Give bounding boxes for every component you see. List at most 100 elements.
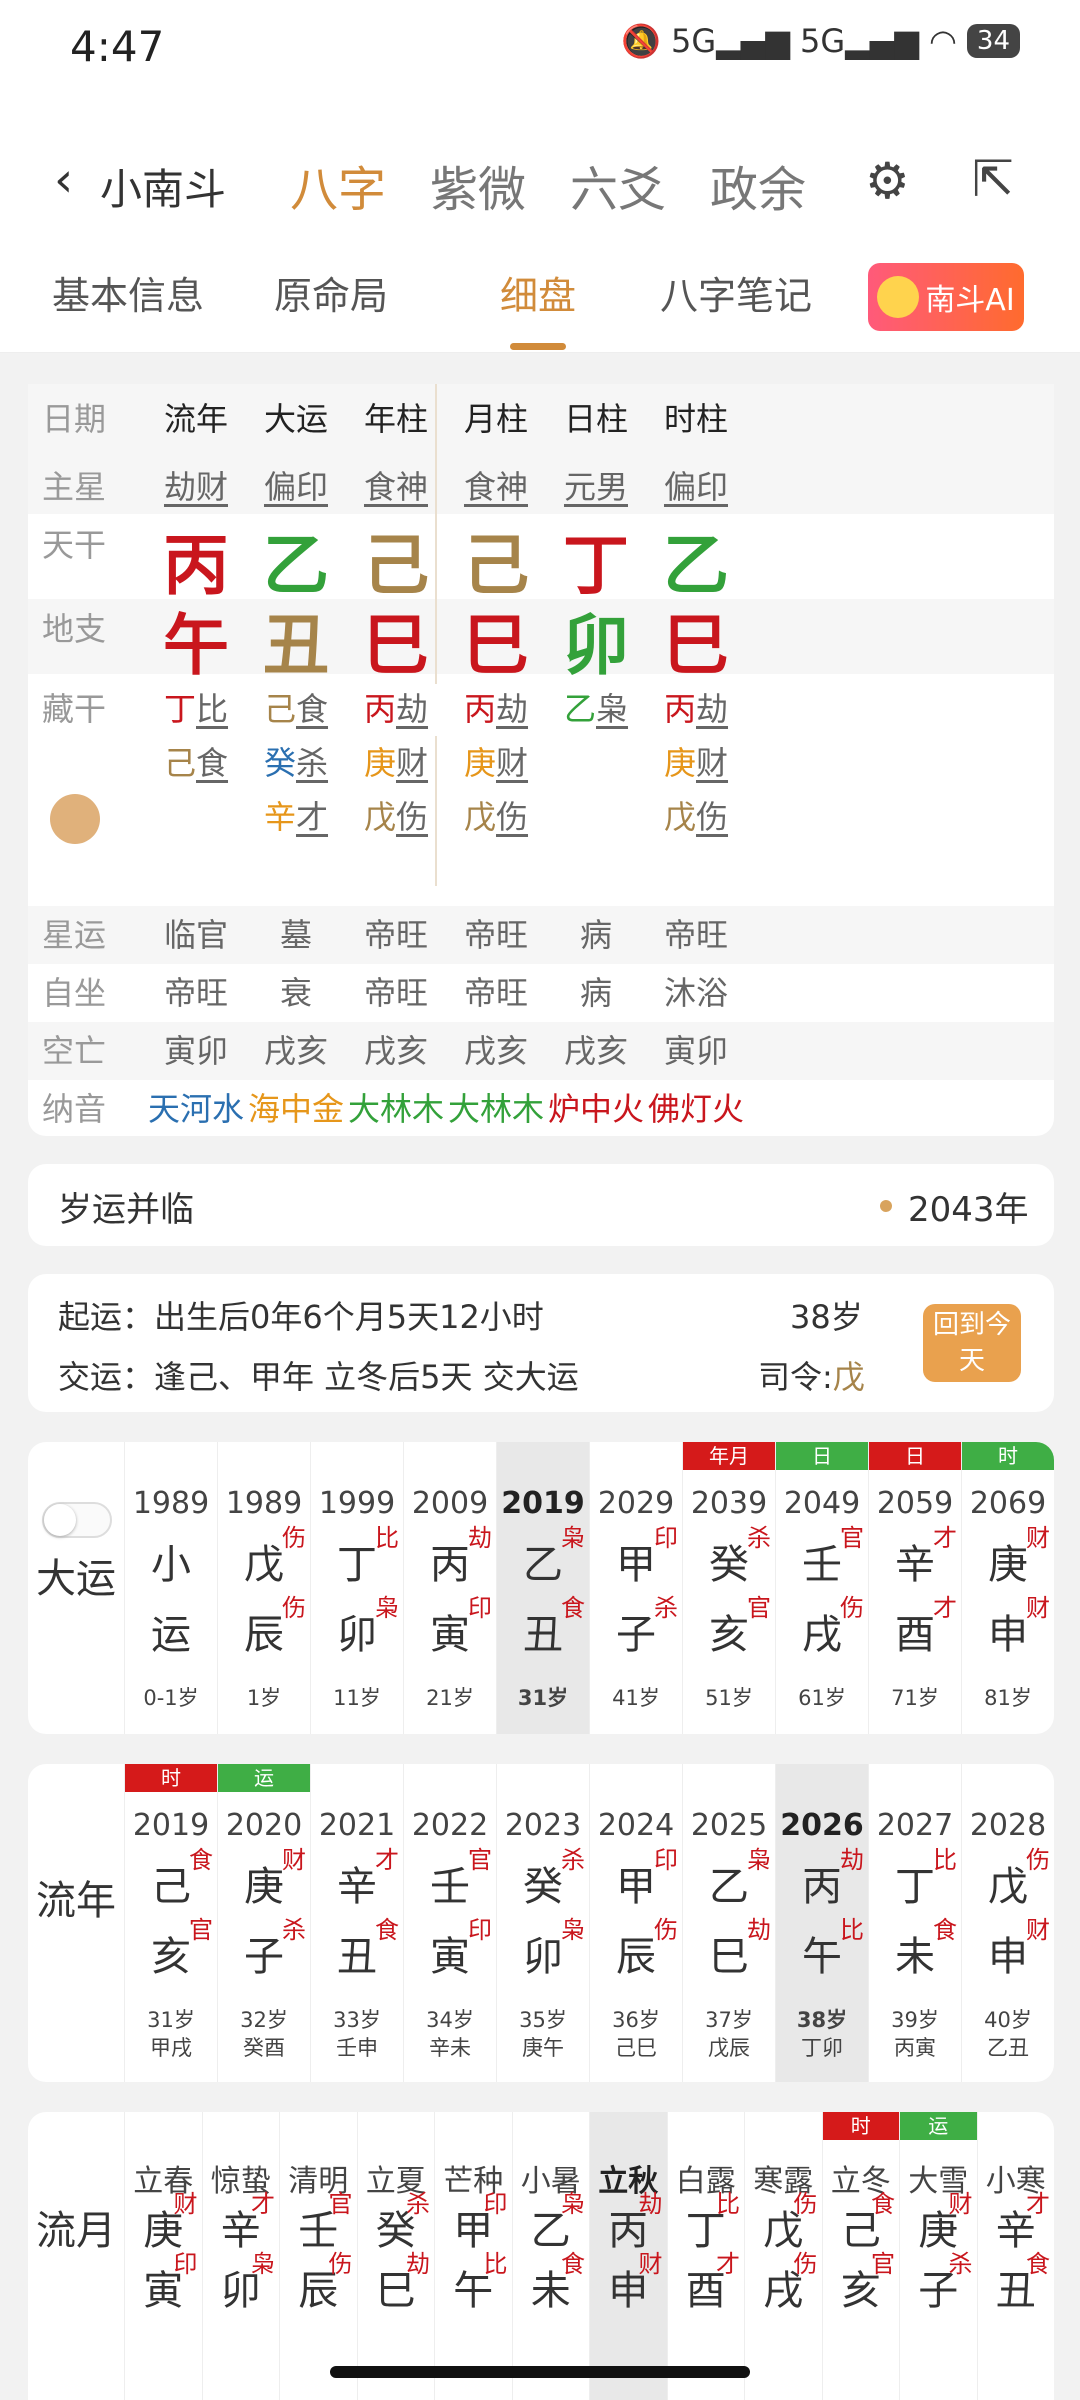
liunian-ganzhi: 乙丑 xyxy=(987,2036,1029,2060)
liunian-column[interactable]: 时 2019 己亥食官 31岁 甲戌 xyxy=(124,1764,217,2082)
liunian-column[interactable]: 2023 癸卯杀枭 35岁 庚午 xyxy=(496,1764,589,2082)
mute-icon: 🔕 xyxy=(621,22,662,60)
subtab-basic[interactable]: 基本信息 xyxy=(52,265,204,320)
dayun-header: 2069 xyxy=(969,1486,1047,1521)
liuyue-column[interactable]: 寒露戊戌伤伤 xyxy=(744,2112,822,2400)
liunian-stem-shishen: 食 xyxy=(189,1846,213,1874)
share-icon[interactable]: ⇱ xyxy=(972,150,1014,208)
dayun-column[interactable]: 1989 戊辰伤伤 1岁 xyxy=(217,1442,310,1734)
liunian-ganzhi: 辛未 xyxy=(429,2036,471,2060)
liuyue-branch-shishen: 枭 xyxy=(251,2250,275,2278)
ai-button[interactable]: 南斗AI xyxy=(868,263,1024,331)
dayun-toggle[interactable] xyxy=(42,1502,112,1538)
liunian-column[interactable]: 运 2020 庚子财杀 32岁 癸酉 xyxy=(217,1764,310,2082)
dayun-column[interactable]: 日 2059 辛酉才才 71岁 xyxy=(868,1442,961,1734)
liunian-column[interactable]: 2022 壬寅官印 34岁 辛未 xyxy=(403,1764,496,2082)
liuyue-column[interactable]: 清明壬辰官伤 xyxy=(279,2112,357,2400)
dayun-column[interactable]: 日 2049 壬戌官伤 61岁 xyxy=(775,1442,868,1734)
tab-zhengyu[interactable]: 政余 xyxy=(710,150,850,220)
pan-xingyun: 帝旺 xyxy=(663,916,728,954)
liunian-stem-shishen: 官 xyxy=(468,1846,492,1874)
liunian-branch-shishen: 财 xyxy=(1026,1916,1050,1944)
canggan-shishen: 劫 xyxy=(696,690,729,728)
liunian-column[interactable]: 2027 丁未比食 39岁 丙寅 xyxy=(868,1764,961,2082)
liuyue-column[interactable]: 小寒辛丑才食 xyxy=(976,2112,1055,2400)
canggan-stem: 庚 xyxy=(463,744,496,782)
canggan-shishen: 伤 xyxy=(496,798,529,836)
liunian-ganzhi: 癸酉 xyxy=(243,2036,285,2060)
liunian-stem-shishen: 劫 xyxy=(840,1846,864,1874)
dayun-header: 1989 xyxy=(225,1486,303,1521)
liunian-branch-shishen: 食 xyxy=(933,1916,957,1944)
dayun-column[interactable]: 2029 甲子印杀 41岁 xyxy=(589,1442,682,1734)
liuyue-column[interactable]: 惊蛰辛卯才枭 xyxy=(201,2112,280,2400)
dayun-stem-shishen: 枭 xyxy=(561,1524,585,1552)
liuyue-column[interactable]: 立夏癸巳杀劫 xyxy=(356,2112,435,2400)
liuyue-column[interactable]: 时立冬己亥食官 xyxy=(821,2112,899,2400)
liunian-column[interactable]: 2021 辛丑才食 33岁 壬申 xyxy=(310,1764,403,2082)
liunian-column[interactable]: 2025 乙巳枭劫 37岁 戊辰 xyxy=(682,1764,775,2082)
canggan-shishen: 杀 xyxy=(296,744,329,782)
liunian-age: 35岁 xyxy=(519,2008,567,2032)
liuyue-branch-shishen: 伤 xyxy=(793,2250,818,2278)
pan-dizhi: 巳 xyxy=(663,607,729,684)
dayun-age: 41岁 xyxy=(612,1686,660,1710)
liunian-branch-shishen: 官 xyxy=(189,1916,213,1944)
liuyue-column[interactable]: 立秋丙申劫财 xyxy=(589,2112,667,2400)
subtab-xipan[interactable]: 细盘 xyxy=(500,265,576,320)
liunian-column[interactable]: 2026 丙午劫比 38岁 丁卯 xyxy=(775,1764,868,2082)
signal-icon: 5G▂▄▆ xyxy=(671,22,790,60)
back-to-today-button[interactable]: 回到今天 xyxy=(923,1304,1021,1382)
gear-icon[interactable]: ⚙ xyxy=(865,152,910,210)
back-label[interactable]: 小南斗 xyxy=(100,156,226,217)
dayun-header: 2049 xyxy=(783,1486,861,1521)
liunian-header: 2019 xyxy=(132,1808,210,1843)
liunian-column[interactable]: 2024 甲辰印伤 36岁 己巳 xyxy=(589,1764,682,2082)
liuyue-branch-shishen: 印 xyxy=(173,2250,198,2278)
subtab-notes[interactable]: 八字笔记 xyxy=(660,265,812,320)
liuyue-column[interactable]: 运大雪庚子财杀 xyxy=(899,2112,977,2400)
dayun-header: 2009 xyxy=(411,1486,489,1521)
canggan-shishen: 财 xyxy=(396,744,429,782)
dayun-column[interactable]: 2009 丙寅劫印 21岁 xyxy=(403,1442,496,1734)
pin-icon[interactable] xyxy=(50,794,100,844)
dayun-branch-shishen: 伤 xyxy=(282,1594,306,1622)
liunian-ganzhi: 庚午 xyxy=(522,2036,564,2060)
dayun-age: 0-1岁 xyxy=(143,1686,199,1710)
dayun-column[interactable]: 2019 乙丑枭食 31岁 xyxy=(496,1442,589,1734)
dayun-column[interactable]: 1999 丁卯比枭 11岁 xyxy=(310,1442,403,1734)
suiyun-title: 岁运并临 xyxy=(58,1190,194,1230)
dayun-age: 1岁 xyxy=(246,1686,282,1710)
canggan-stem: 丁 xyxy=(163,690,196,728)
liunian-column[interactable]: 2028 戊申伤财 40岁 乙丑 xyxy=(961,1764,1054,2082)
dayun-branch-shishen: 印 xyxy=(468,1594,492,1622)
top-tabs: 八字 紫微 六爻 政余 xyxy=(290,150,850,220)
subtab-yuanmingju[interactable]: 原命局 xyxy=(274,265,388,320)
liuyue-column[interactable]: 小暑乙未枭食 xyxy=(511,2112,590,2400)
canggan-shishen: 食 xyxy=(296,690,329,728)
dayun-stem-shishen: 才 xyxy=(933,1524,957,1552)
liuyue-column[interactable]: 立春庚寅财印 xyxy=(124,2112,202,2400)
home-indicator[interactable] xyxy=(330,2366,750,2378)
tab-liuyao[interactable]: 六爻 xyxy=(570,150,710,220)
liuyue-column[interactable]: 白露丁酉比才 xyxy=(666,2112,745,2400)
row-label: 星运 xyxy=(42,916,107,954)
tab-bazi[interactable]: 八字 xyxy=(290,150,430,220)
liunian-grid: 流年 时 2019 己亥食官 31岁 甲戌运 2020 庚子财杀 32岁 癸酉 2021 辛丑才食 3… xyxy=(28,1764,1054,2082)
dayun-column[interactable]: 时 2069 庚申财财 81岁 xyxy=(961,1442,1054,1734)
liuyue-column[interactable]: 芒种甲午印比 xyxy=(434,2112,512,2400)
dot-icon xyxy=(880,1200,892,1212)
liuyue-stem-shishen: 枭 xyxy=(561,2190,585,2218)
tab-ziwei[interactable]: 紫微 xyxy=(430,150,570,220)
dayun-age: 61岁 xyxy=(798,1686,846,1710)
pan-canggan: 丙劫 xyxy=(634,684,758,730)
canggan-shishen: 伤 xyxy=(696,798,729,836)
liunian-age: 34岁 xyxy=(426,2008,474,2032)
canggan-stem: 己 xyxy=(163,744,196,782)
pan-canggan: 戊伤 xyxy=(634,792,758,838)
dayun-stem-shishen: 官 xyxy=(840,1524,864,1552)
dayun-column[interactable]: 年月 2039 癸亥杀官 51岁 xyxy=(682,1442,775,1734)
liunian-ganzhi: 丙寅 xyxy=(894,2036,936,2060)
back-icon[interactable]: ‹ xyxy=(54,152,73,208)
dayun-column[interactable]: 1989 小运 0-1岁 xyxy=(124,1442,217,1734)
